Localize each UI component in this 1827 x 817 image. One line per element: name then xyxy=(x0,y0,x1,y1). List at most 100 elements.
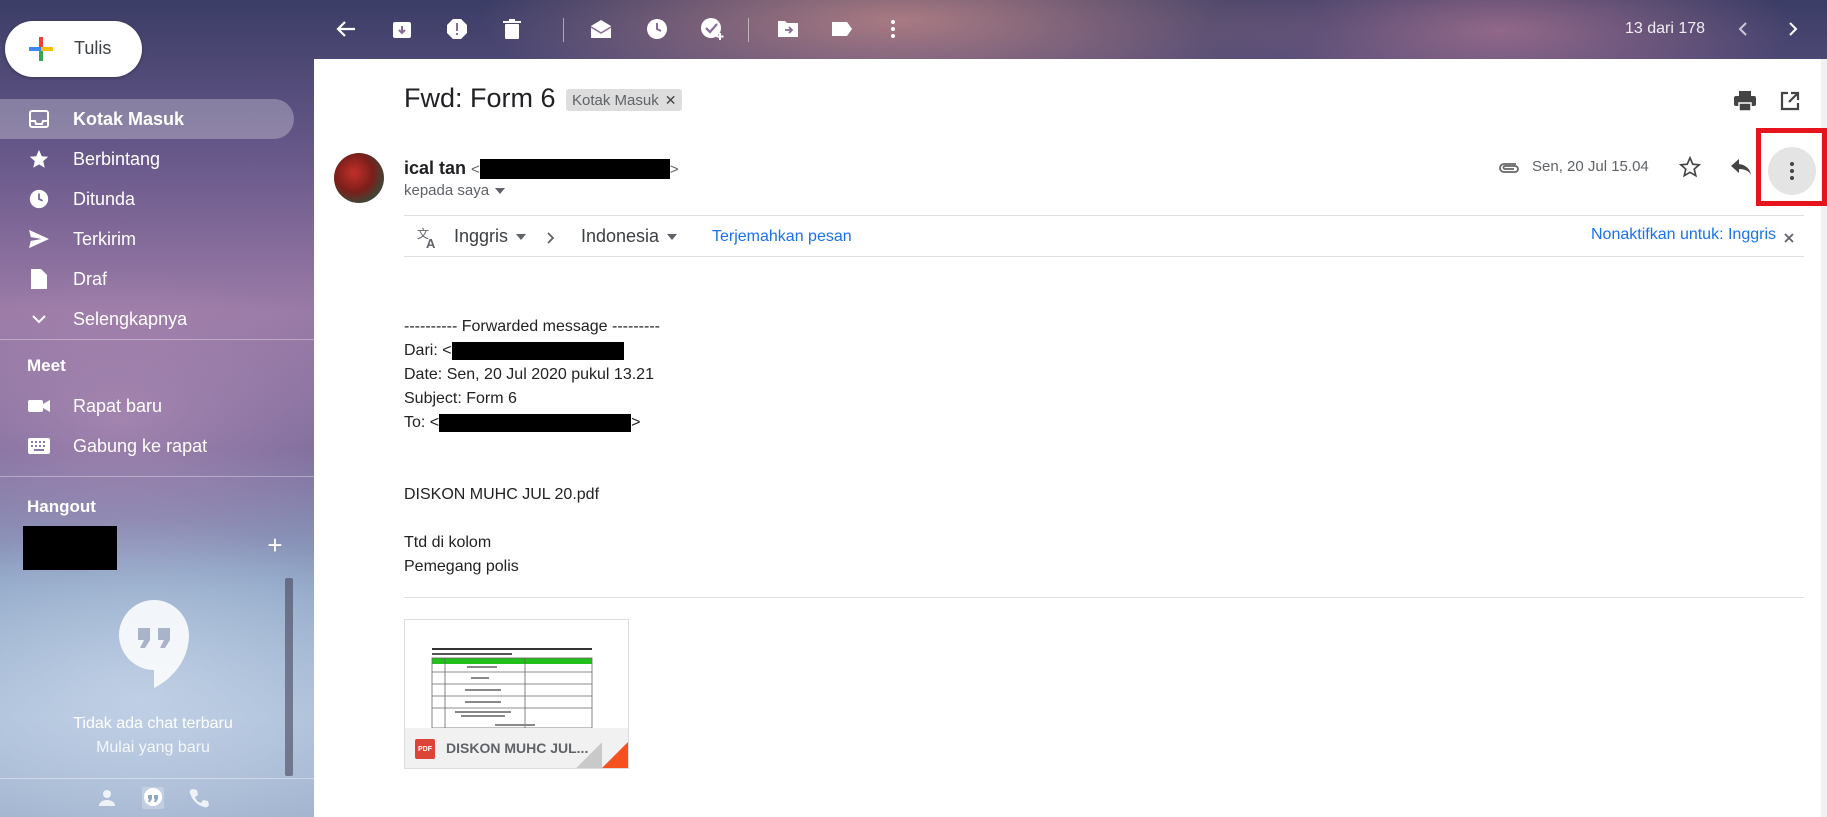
compose-label: Tulis xyxy=(74,38,112,58)
star-icon xyxy=(27,147,51,171)
source-language-select[interactable]: Inggris xyxy=(454,226,527,247)
forward-from-label: Dari: < xyxy=(404,342,452,359)
pdf-thumbnail-image xyxy=(431,648,593,729)
snooze-clock-icon[interactable] xyxy=(645,17,669,41)
label-chip-text: Kotak Masuk xyxy=(572,91,659,109)
more-options-icon[interactable] xyxy=(881,17,905,41)
forward-from-line: Dari: < xyxy=(404,339,624,363)
delete-icon[interactable] xyxy=(500,17,524,41)
toolbar-separator xyxy=(748,18,749,42)
red-highlight-box xyxy=(1756,128,1827,206)
sidebar-item-snoozed[interactable]: Ditunda xyxy=(0,179,294,219)
target-language-select[interactable]: Indonesia xyxy=(581,226,678,247)
inbox-icon xyxy=(27,107,51,131)
sidebar-divider xyxy=(0,476,314,477)
sidebar-item-label: Draf xyxy=(73,268,108,289)
hangout-title: Hangout xyxy=(27,497,96,516)
recipient-text: kepada saya xyxy=(404,182,490,199)
translate-message-link[interactable]: Terjemahkan pesan xyxy=(712,228,852,246)
print-icon[interactable] xyxy=(1733,89,1757,113)
clock-icon xyxy=(27,187,51,211)
open-new-window-icon[interactable] xyxy=(1778,89,1802,113)
attachments-divider xyxy=(404,597,1804,598)
forward-header: ---------- Forwarded message --------- xyxy=(404,318,660,335)
sidebar-item-starred[interactable]: Berbintang xyxy=(0,139,294,179)
star-outline-icon[interactable] xyxy=(1678,155,1702,179)
sidebar-item-drafts[interactable]: Draf xyxy=(0,259,294,299)
remove-label-icon[interactable]: ✕ xyxy=(665,92,677,109)
svg-text:A: A xyxy=(426,236,436,250)
pdf-icon: PDF xyxy=(415,739,435,759)
meet-item-label: Rapat baru xyxy=(73,395,163,416)
source-language: Inggris xyxy=(454,226,509,246)
newer-chevron-icon[interactable] xyxy=(1731,17,1755,41)
forward-to-redacted xyxy=(439,413,632,432)
forward-to-label: To: < xyxy=(404,414,440,431)
page-fold-decoration xyxy=(576,742,602,768)
hangout-user-redacted[interactable] xyxy=(23,526,117,570)
sidebar-item-label: Selengkapnya xyxy=(73,308,188,329)
compose-button[interactable]: Tulis xyxy=(5,21,142,77)
forward-date-line: Date: Sen, 20 Jul 2020 pukul 13.21 xyxy=(404,366,654,383)
attachment-icon xyxy=(1498,156,1522,180)
hangout-empty-text: Tidak ada chat terbaru xyxy=(73,715,233,732)
contacts-icon[interactable] xyxy=(96,787,118,809)
body-sign-line2: Pemegang polis xyxy=(404,558,519,575)
meet-title: Meet xyxy=(27,356,66,375)
translate-icon: 文A xyxy=(416,226,440,250)
keyboard-icon xyxy=(27,434,51,458)
caret-down-icon xyxy=(495,187,506,194)
meet-join-meeting[interactable]: Gabung ke rapat xyxy=(0,426,294,466)
meet-section: Rapat baru Gabung ke rapat xyxy=(0,386,294,466)
sender-email-redacted xyxy=(479,159,670,180)
mark-unread-icon[interactable] xyxy=(589,17,613,41)
sender-email-close: > xyxy=(669,161,679,178)
hangouts-bubble-icon xyxy=(119,600,189,688)
caret-down-icon xyxy=(516,233,527,240)
sidebar-item-sent[interactable]: Terkirim xyxy=(0,219,294,259)
sender-avatar[interactable] xyxy=(334,153,384,203)
hangout-start-link[interactable]: Mulai yang baru xyxy=(0,739,306,757)
translate-bar: 文A Inggris Indonesia Terjemahkan pesan N… xyxy=(404,215,1804,257)
sidebar-nav: Kotak Masuk Berbintang Ditunda Terkirim … xyxy=(0,99,294,339)
hangout-bottom-bar xyxy=(0,778,314,817)
sidebar-divider xyxy=(0,339,314,340)
report-spam-icon[interactable] xyxy=(445,17,469,41)
chevron-down-icon xyxy=(27,307,51,331)
meet-new-meeting[interactable]: Rapat baru xyxy=(0,386,294,426)
archive-icon[interactable] xyxy=(390,17,414,41)
draft-icon xyxy=(27,267,51,291)
attachment-name: DISKON MUHC JUL... xyxy=(446,740,589,756)
forward-from-redacted xyxy=(451,341,624,360)
pagination-text: 13 dari 178 xyxy=(1625,20,1706,37)
toolbar-separator xyxy=(563,18,564,42)
pdf-corner-decoration xyxy=(602,742,628,768)
reply-icon[interactable] xyxy=(1729,155,1753,179)
sidebar-item-label: Ditunda xyxy=(73,188,136,209)
older-chevron-icon[interactable] xyxy=(1781,17,1805,41)
sidebar-item-label: Terkirim xyxy=(73,228,136,249)
back-arrow-icon[interactable] xyxy=(334,17,358,41)
attachment-card[interactable]: PDF DISKON MUHC JUL... xyxy=(404,619,629,769)
recipient-line[interactable]: kepada saya xyxy=(404,182,506,199)
message-view: Fwd: Form 6 Kotak Masuk ✕ ical tan < > ke… xyxy=(314,59,1827,817)
phone-icon[interactable] xyxy=(188,787,210,809)
sidebar-item-more[interactable]: Selengkapnya xyxy=(0,299,294,339)
move-to-icon[interactable] xyxy=(776,17,800,41)
sidebar-item-inbox[interactable]: Kotak Masuk xyxy=(0,99,294,139)
target-language: Indonesia xyxy=(581,226,660,246)
video-icon xyxy=(27,394,51,418)
attachment-preview xyxy=(405,620,628,729)
forward-to-line: To: < > xyxy=(404,411,640,435)
add-to-tasks-icon[interactable] xyxy=(700,17,724,41)
label-icon[interactable] xyxy=(830,17,854,41)
add-chat-icon[interactable]: + xyxy=(264,532,286,558)
hangouts-chat-icon[interactable] xyxy=(142,787,164,809)
disable-translation-link[interactable]: Nonaktifkan untuk: Inggris xyxy=(1591,226,1776,244)
sidebar-item-label: Berbintang xyxy=(73,148,161,169)
close-translate-icon[interactable] xyxy=(1777,226,1801,250)
sender-name[interactable]: ical tan xyxy=(404,158,466,178)
meet-item-label: Gabung ke rapat xyxy=(73,435,208,456)
sender-email-open: < xyxy=(471,161,480,178)
message-time: Sen, 20 Jul 15.04 xyxy=(1532,158,1649,175)
